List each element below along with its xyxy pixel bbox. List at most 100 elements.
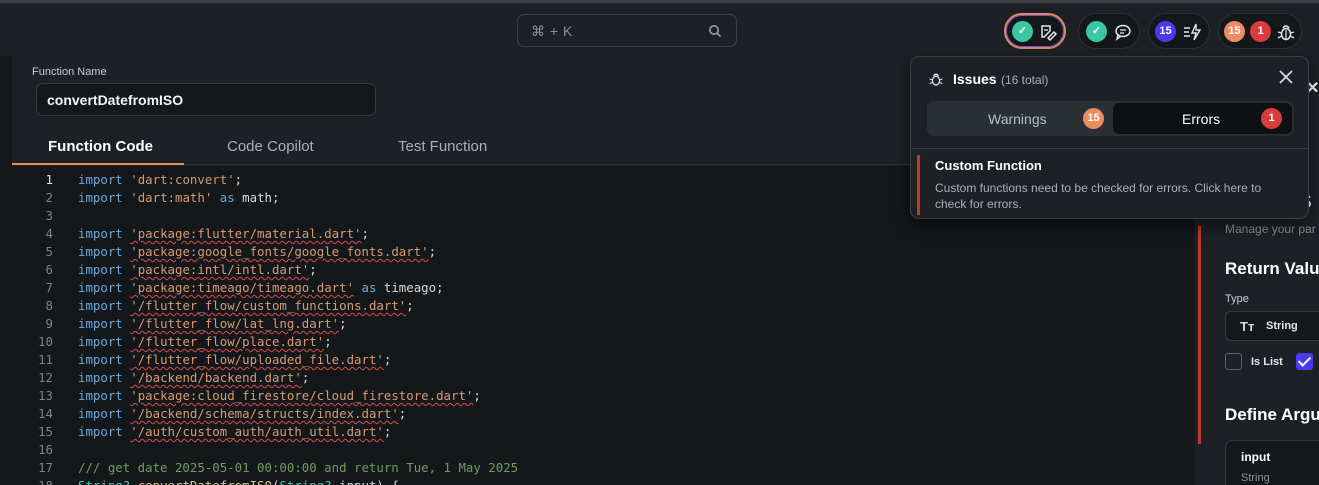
errors-count-badge: 1 [1250, 21, 1271, 42]
argument-name: input [1241, 450, 1271, 464]
check-icon: ✓ [1012, 21, 1033, 42]
return-type-value: String [1266, 320, 1298, 332]
code-line[interactable]: 16 [12, 442, 1195, 460]
code-line[interactable]: 12 import '/backend/backend.dart'; [12, 370, 1195, 388]
line-number: 17 [38, 460, 53, 475]
line-number: 14 [38, 406, 53, 421]
code-line-text: import 'package:intl/intl.dart'; [78, 262, 317, 277]
code-line-text: import '/backend/backend.dart'; [78, 370, 310, 385]
line-number: 18 [12, 478, 53, 485]
line-number: 15 [38, 424, 53, 439]
code-line-text: import '/backend/schema/structs/index.da… [78, 406, 407, 421]
warnings-tab-label: Warnings [988, 111, 1047, 127]
code-line[interactable]: 15 import '/auth/custom_auth/auth_util.da… [12, 424, 1195, 442]
code-line[interactable]: 18 String? convertDatefromISO(String? inp… [12, 478, 1195, 485]
warnings-tab[interactable]: Warnings 15 [929, 103, 1112, 134]
line-number: 10 [38, 334, 53, 349]
code-line[interactable]: 8 import '/flutter_flow/custom_functions.… [12, 298, 1195, 316]
code-line[interactable]: 11 import '/flutter_flow/uploaded_file.da… [12, 352, 1195, 370]
line-number: 3 [45, 208, 53, 223]
is-list-checkbox[interactable] [1296, 353, 1313, 370]
bug-icon [929, 73, 943, 86]
line-number: 8 [45, 298, 53, 313]
line-number: 9 [45, 316, 53, 331]
errors-tab[interactable]: Errors 1 [1113, 103, 1292, 134]
function-name-input[interactable]: convertDatefromISO [36, 83, 376, 116]
action-items-count-badge: 15 [1155, 21, 1176, 42]
issues-title: Issues [953, 71, 997, 87]
line-number: 13 [38, 388, 53, 403]
bug-icon [1277, 25, 1295, 41]
code-line[interactable]: 7 import 'package:timeago/timeago.dart' a… [12, 280, 1195, 298]
code-line-text: import '/flutter_flow/custom_functions.d… [78, 298, 414, 313]
code-line-text: import 'package:google_fonts/google_font… [78, 244, 437, 259]
lightning-checklist-icon [1184, 23, 1202, 41]
check-icon: ✓ [1086, 21, 1107, 42]
code-line-text: import 'package:cloud_firestore/cloud_fi… [78, 388, 481, 403]
custom-function-icon [1041, 25, 1058, 42]
line-number: 12 [38, 370, 53, 385]
code-line-text: import '/flutter_flow/uploaded_file.dart… [78, 352, 392, 367]
comments-status-button[interactable]: ✓ [1078, 13, 1140, 49]
action-items-button[interactable]: 15 [1148, 13, 1210, 49]
close-icon[interactable] [1278, 69, 1294, 85]
error-severity-bar [917, 155, 920, 215]
code-line[interactable]: 17 /// get date 2025-05-01 00:00:00 and r… [12, 460, 1195, 478]
line-number: 7 [45, 280, 53, 295]
search-icon [709, 25, 722, 38]
type-label: Type [1225, 293, 1249, 305]
code-line-text: String? convertDatefromISO(String? input… [78, 478, 399, 485]
return-value-title: Return Valu [1225, 259, 1319, 278]
code-line-text: import '/flutter_flow/lat_lng.dart'; [78, 316, 347, 331]
issues-popup: Issues (16 total) Warnings 15 Errors 1 C… [910, 56, 1309, 219]
function-name-label: Function Name [32, 66, 107, 78]
issues-button[interactable]: 15 1 [1218, 13, 1302, 49]
errors-tab-count: 1 [1261, 108, 1282, 129]
issues-total-count: (16 total) [1001, 73, 1049, 87]
code-line-text: import '/auth/custom_auth/auth_util.dart… [78, 424, 392, 439]
issue-description: Custom functions need to be checked for … [935, 181, 1262, 211]
issue-type-toggle: Warnings 15 Errors 1 [927, 101, 1294, 136]
line-number: 5 [45, 244, 53, 259]
code-line-text: /// get date 2025-05-01 00:00:00 and ret… [78, 460, 519, 475]
code-line[interactable]: 10 import '/flutter_flow/place.dart'; [12, 334, 1195, 352]
code-line[interactable]: 5 import 'package:google_fonts/google_fon… [12, 244, 1195, 262]
active-tab-indicator [12, 163, 184, 165]
line-number: 16 [38, 442, 53, 457]
line-number: 1 [45, 172, 53, 187]
code-line-text: import 'dart:convert'; [78, 172, 243, 187]
comment-icon [1115, 24, 1131, 41]
line-number: 2 [45, 190, 53, 205]
issue-title: Custom Function [935, 158, 1042, 173]
argument-type: String [1241, 472, 1270, 484]
warnings-tab-count: 15 [1083, 108, 1104, 129]
return-type-select[interactable]: Tт String [1225, 311, 1319, 341]
error-indicator-bar [1198, 226, 1201, 444]
search-shortcut-text: ⌘ + K [531, 23, 573, 39]
nullable-checkbox[interactable] [1225, 353, 1242, 370]
code-line[interactable]: 4 import 'package:flutter/material.dart'; [12, 226, 1195, 244]
define-arguments-title: Define Argu [1225, 405, 1319, 424]
code-line-text: import 'package:flutter/material.dart'; [78, 226, 369, 241]
line-number: 11 [38, 352, 53, 367]
line-number: 6 [45, 262, 53, 277]
issue-item[interactable]: Custom Function Custom functions need to… [911, 149, 1308, 218]
text-type-icon: Tт [1240, 319, 1255, 334]
code-line[interactable]: 9 import '/flutter_flow/lat_lng.dart'; [12, 316, 1195, 334]
command-search[interactable]: ⌘ + K [517, 14, 737, 47]
code-line[interactable]: 13 import 'package:cloud_firestore/cloud_… [12, 388, 1195, 406]
tab-test-function[interactable]: Test Function [398, 138, 487, 155]
line-number: 4 [45, 226, 53, 241]
tab-code-copilot[interactable]: Code Copilot [227, 138, 314, 155]
top-bar: ⌘ + K ✓ ✓ 15 15 1 [0, 0, 1319, 56]
custom-function-status-button[interactable]: ✓ [1004, 13, 1066, 49]
code-line-text: import '/flutter_flow/place.dart'; [78, 334, 332, 349]
code-line-text: import 'dart:math' as math; [78, 190, 280, 205]
errors-tab-label: Errors [1182, 111, 1221, 127]
is-list-label: Is List [1251, 356, 1283, 368]
argument-card[interactable]: input String [1225, 440, 1319, 485]
code-line[interactable]: 14 import '/backend/schema/structs/index.… [12, 406, 1195, 424]
code-line[interactable]: 6 import 'package:intl/intl.dart'; [12, 262, 1195, 280]
tab-function-code[interactable]: Function Code [48, 138, 153, 155]
warnings-count-badge: 15 [1224, 21, 1245, 42]
